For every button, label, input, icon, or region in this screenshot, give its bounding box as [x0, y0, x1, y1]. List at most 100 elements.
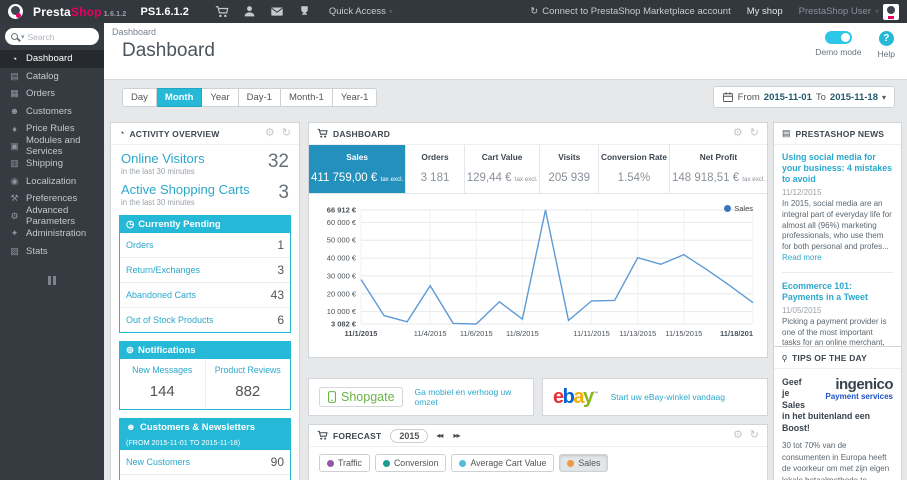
sidebar-item-stats[interactable]: ▧ Stats	[0, 243, 104, 261]
sales-dot-icon	[567, 459, 575, 467]
shop-name[interactable]: PS1.6.1.2	[141, 6, 189, 18]
gear-icon[interactable]: ⚙	[733, 128, 743, 139]
forecast-next-button[interactable]: ▸▸	[450, 430, 462, 441]
my-shop-link[interactable]: My shop	[747, 6, 783, 17]
metric-orders[interactable]: Orders 3 181	[406, 145, 465, 193]
svg-text:30 000 €: 30 000 €	[327, 271, 357, 280]
user-menu[interactable]: PrestaShop User ▾	[799, 3, 899, 20]
news-article-date: 11/05/2015	[782, 305, 822, 315]
cart-icon[interactable]	[215, 5, 229, 19]
topbar-icons	[215, 5, 311, 19]
stats-icon: ▧	[10, 245, 19, 256]
news-article-title[interactable]: Using social media for your business: 4 …	[782, 152, 893, 185]
pending-orders-row[interactable]: Orders 1	[120, 233, 290, 258]
refresh-icon[interactable]: ↻	[750, 430, 759, 441]
new-messages-cell[interactable]: New Messages 144	[120, 359, 205, 409]
ingenico-logo: ingenico Payment services	[815, 377, 893, 401]
gear-icon[interactable]: ⚙	[265, 128, 275, 139]
gears-icon: ⚙	[10, 210, 19, 221]
sidebar-item-modules[interactable]: ▣ Modules and Services	[0, 135, 104, 157]
forecast-toggles: Traffic Conversion Average Cart Value Sa…	[309, 447, 767, 479]
search-scope-caret[interactable]: ▾	[21, 33, 25, 41]
metric-visits[interactable]: Visits 205 939	[540, 145, 599, 193]
metric-cart-value[interactable]: Cart Value 129,44 € tax excl.	[465, 145, 541, 193]
sidebar-item-dashboard[interactable]: ◔ Dashboard	[0, 50, 104, 68]
new-customers-row[interactable]: New Customers 90	[120, 450, 290, 475]
pending-returns-row[interactable]: Return/Exchanges 3	[120, 258, 290, 283]
brand-name[interactable]: PrestaShop 1.6.1.2	[33, 5, 127, 19]
active-carts-value: 3	[278, 182, 289, 203]
sidebar-item-customers[interactable]: ☻ Customers	[0, 103, 104, 121]
gear-icon[interactable]: ⚙	[733, 430, 743, 441]
customer-icon[interactable]	[243, 5, 256, 18]
metric-sales[interactable]: Sales 411 759,00 € tax excl.	[309, 145, 407, 193]
svg-text:40 000 €: 40 000 €	[327, 254, 357, 263]
news-article-title[interactable]: Ecommerce 101: Payments in a Tweet	[782, 281, 893, 303]
svg-text:11/6/2015: 11/6/2015	[460, 329, 493, 338]
forecast-panel: FORECAST 2015 ◂◂ ▸▸ ⚙ ↻ Traffic Conversio…	[308, 424, 768, 480]
toggle-sales[interactable]: Sales	[559, 454, 609, 472]
clock-icon: ◷	[126, 219, 135, 230]
date-preset-month-1[interactable]: Month-1	[280, 88, 333, 107]
sidebar-item-advanced-parameters[interactable]: ⚙ Advanced Parameters	[0, 205, 104, 227]
shopgate-logo-text: Shopgate	[341, 390, 395, 404]
date-preset-day-1[interactable]: Day-1	[238, 88, 281, 107]
svg-text:11/15/2015: 11/15/2015	[665, 329, 702, 338]
marketplace-connect-link[interactable]: ↻ Connect to PrestaShop Marketplace accou…	[530, 6, 731, 17]
product-reviews-cell[interactable]: Product Reviews 882	[204, 359, 291, 409]
brand-version: 1.6.1.2	[103, 10, 127, 18]
sales-chart: Sales 66 912 € 60 000 € 50 000 € 40 000 € 30…	[309, 194, 767, 357]
customers-icon: ☻	[9, 106, 20, 117]
read-more-link[interactable]: Read more	[782, 253, 822, 262]
bell-icon: ⊚	[126, 345, 134, 356]
forecast-prev-button[interactable]: ◂◂	[433, 430, 445, 441]
out-of-stock-row[interactable]: Out of Stock Products 6	[120, 308, 290, 332]
abandoned-carts-row[interactable]: Abandoned Carts 43	[120, 283, 290, 308]
sidebar-item-orders[interactable]: ▦ Orders	[0, 85, 104, 103]
conversion-dot-icon	[382, 459, 390, 467]
refresh-icon[interactable]: ↻	[750, 128, 759, 139]
toggle-conversion[interactable]: Conversion	[374, 454, 447, 472]
sidebar-item-localization[interactable]: ◉ Localization	[0, 173, 104, 191]
dashboard-panel-title: DASHBOARD	[333, 128, 391, 139]
sidebar-item-administration[interactable]: ✦ Administration	[0, 225, 104, 243]
prestashop-logo-icon[interactable]	[8, 4, 23, 19]
active-carts-link[interactable]: Active Shopping Carts	[121, 182, 250, 197]
quick-access-menu[interactable]: Quick Access ▾	[329, 6, 393, 17]
metrics-row: Sales 411 759,00 € tax excl. Orders 3 181 …	[309, 145, 767, 194]
chevron-down-icon: ▾	[874, 7, 879, 16]
sync-icon: ↻	[530, 6, 539, 17]
shopgate-ad-link[interactable]: Ga mobiel en verhoog uw omzet	[415, 387, 523, 407]
date-preset-year-1[interactable]: Year-1	[332, 88, 378, 107]
date-preset-day[interactable]: Day	[122, 88, 157, 107]
search-box[interactable]: ▾	[5, 28, 99, 45]
demo-mode-toggle[interactable]	[824, 31, 852, 44]
toggle-average-cart-value[interactable]: Average Cart Value	[451, 454, 555, 472]
sidebar-item-catalog[interactable]: ▤ Catalog	[0, 68, 104, 86]
date-preset-month[interactable]: Month	[156, 88, 203, 107]
online-visitors-row: Online Visitors in the last 30 minutes 32	[121, 151, 289, 176]
sidebar-collapse-button[interactable]	[0, 276, 104, 285]
messages-icon[interactable]	[270, 5, 284, 18]
ebay-ad-link[interactable]: Start uw eBay-winkel vandaag	[611, 392, 725, 402]
svg-text:50 000 €: 50 000 €	[327, 236, 357, 245]
svg-text:66 912 €: 66 912 €	[327, 206, 357, 215]
price-tag-icon: ♦	[12, 123, 17, 134]
toggle-traffic[interactable]: Traffic	[319, 454, 370, 472]
ebay-ad-card: ebay™ Start uw eBay-winkel vandaag	[542, 378, 768, 416]
shipping-icon: ▥	[10, 158, 19, 169]
svg-text:60 000 €: 60 000 €	[327, 218, 357, 227]
date-range-picker[interactable]: From 2015-11-01 To 2015-11-18 ▾	[712, 86, 895, 108]
date-preset-year[interactable]: Year	[202, 88, 239, 107]
sidebar-item-shipping[interactable]: ▥ Shipping	[0, 155, 104, 173]
metric-net-profit[interactable]: Net Profit 148 918,51 € tax excl.	[670, 145, 767, 193]
search-input[interactable]	[27, 31, 80, 42]
trophy-icon[interactable]	[298, 5, 311, 18]
active-carts-row: Active Shopping Carts in the last 30 minu…	[121, 182, 289, 207]
new-subscriptions-row[interactable]: New Subscriptions18	[120, 475, 290, 480]
chart-legend: Sales	[724, 204, 753, 213]
metric-conversion-rate[interactable]: Conversion Rate 1.54%	[599, 145, 670, 193]
refresh-icon[interactable]: ↻	[282, 128, 291, 139]
online-visitors-link[interactable]: Online Visitors	[121, 151, 205, 166]
help-icon[interactable]: ?	[878, 31, 894, 46]
